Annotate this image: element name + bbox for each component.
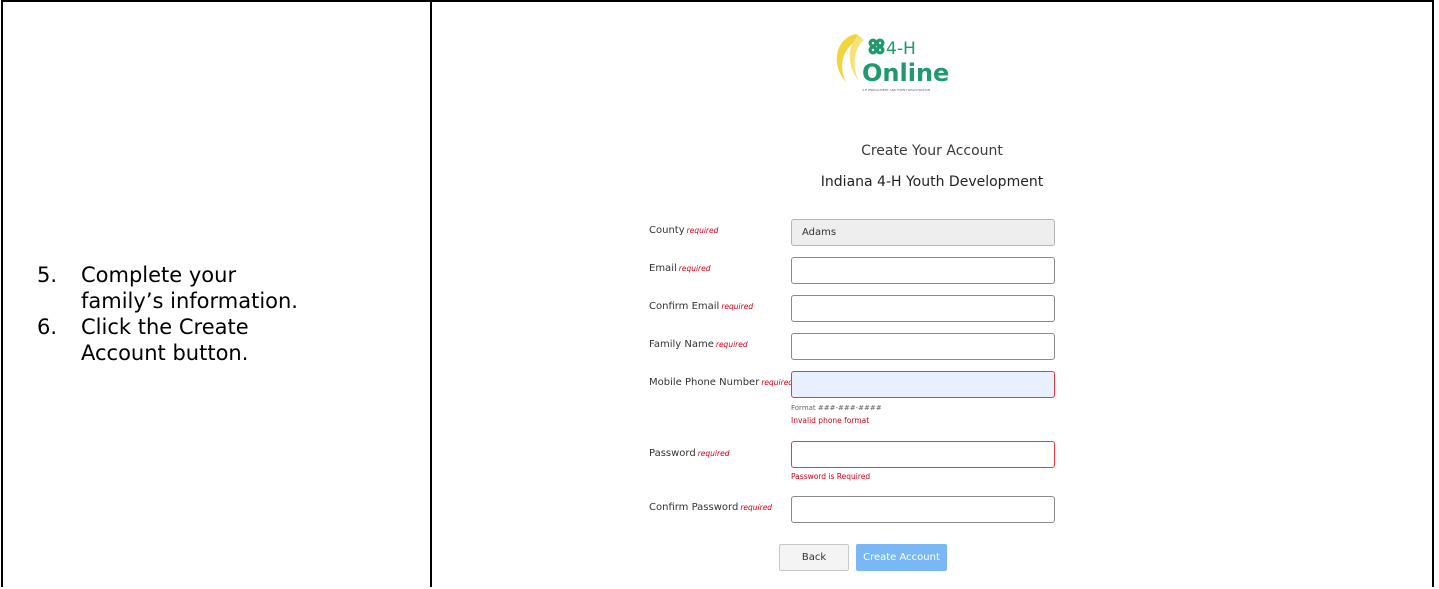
- logo-online: Online: [862, 59, 949, 87]
- logo-tagline: 4-H ENROLLMENT AND EVENT REGISTRATION: [862, 88, 930, 92]
- step-5-line-1: Complete your: [81, 263, 237, 287]
- required-marker: required: [721, 302, 754, 311]
- step-6-line-1: Click the Create: [81, 315, 249, 339]
- phone-error: Invalid phone format: [791, 416, 870, 425]
- confirm-email-field[interactable]: [791, 295, 1055, 322]
- password-field[interactable]: [791, 441, 1055, 468]
- step-5-line-2: family’s information.: [81, 289, 298, 313]
- required-marker: required: [761, 378, 794, 387]
- county-field[interactable]: Adams: [791, 219, 1055, 246]
- family-name-field[interactable]: [791, 333, 1055, 360]
- confirm-password-label: Confirm Password required: [649, 502, 773, 513]
- email-field[interactable]: [791, 257, 1055, 284]
- required-marker: required: [697, 449, 730, 458]
- required-marker: required: [715, 340, 748, 349]
- signup-panel: 4-H Online 4-H ENROLLMENT AND EVENT REGI…: [432, 0, 1432, 587]
- logo-4h: 4-H: [886, 39, 916, 59]
- phone-format-hint: Format ###-###-####: [791, 404, 882, 412]
- confirm-email-label: Confirm Email required: [649, 301, 754, 312]
- form-title: Create Your Account: [861, 143, 1003, 159]
- required-marker: required: [686, 226, 719, 235]
- back-button[interactable]: Back: [779, 544, 849, 571]
- password-error: Password is Required: [791, 472, 871, 481]
- create-account-button[interactable]: Create Account: [856, 544, 947, 571]
- password-label: Password required: [649, 448, 730, 459]
- step-6-number: 6.: [37, 315, 58, 339]
- form-subtitle: Indiana 4-H Youth Development: [820, 174, 1044, 190]
- confirm-password-field[interactable]: [791, 496, 1055, 523]
- family-name-label: Family Name required: [649, 339, 748, 350]
- step-6-line-2: Account button.: [81, 341, 249, 365]
- step-5-number: 5.: [37, 263, 58, 287]
- county-label: County required: [649, 225, 719, 236]
- email-label: Email required: [649, 263, 711, 274]
- 4h-online-logo: 4-H Online 4-H ENROLLMENT AND EVENT REGI…: [828, 30, 952, 94]
- phone-label: Mobile Phone Number required: [649, 377, 794, 388]
- phone-field[interactable]: [791, 371, 1055, 398]
- required-marker: required: [740, 503, 773, 512]
- required-marker: required: [678, 264, 711, 273]
